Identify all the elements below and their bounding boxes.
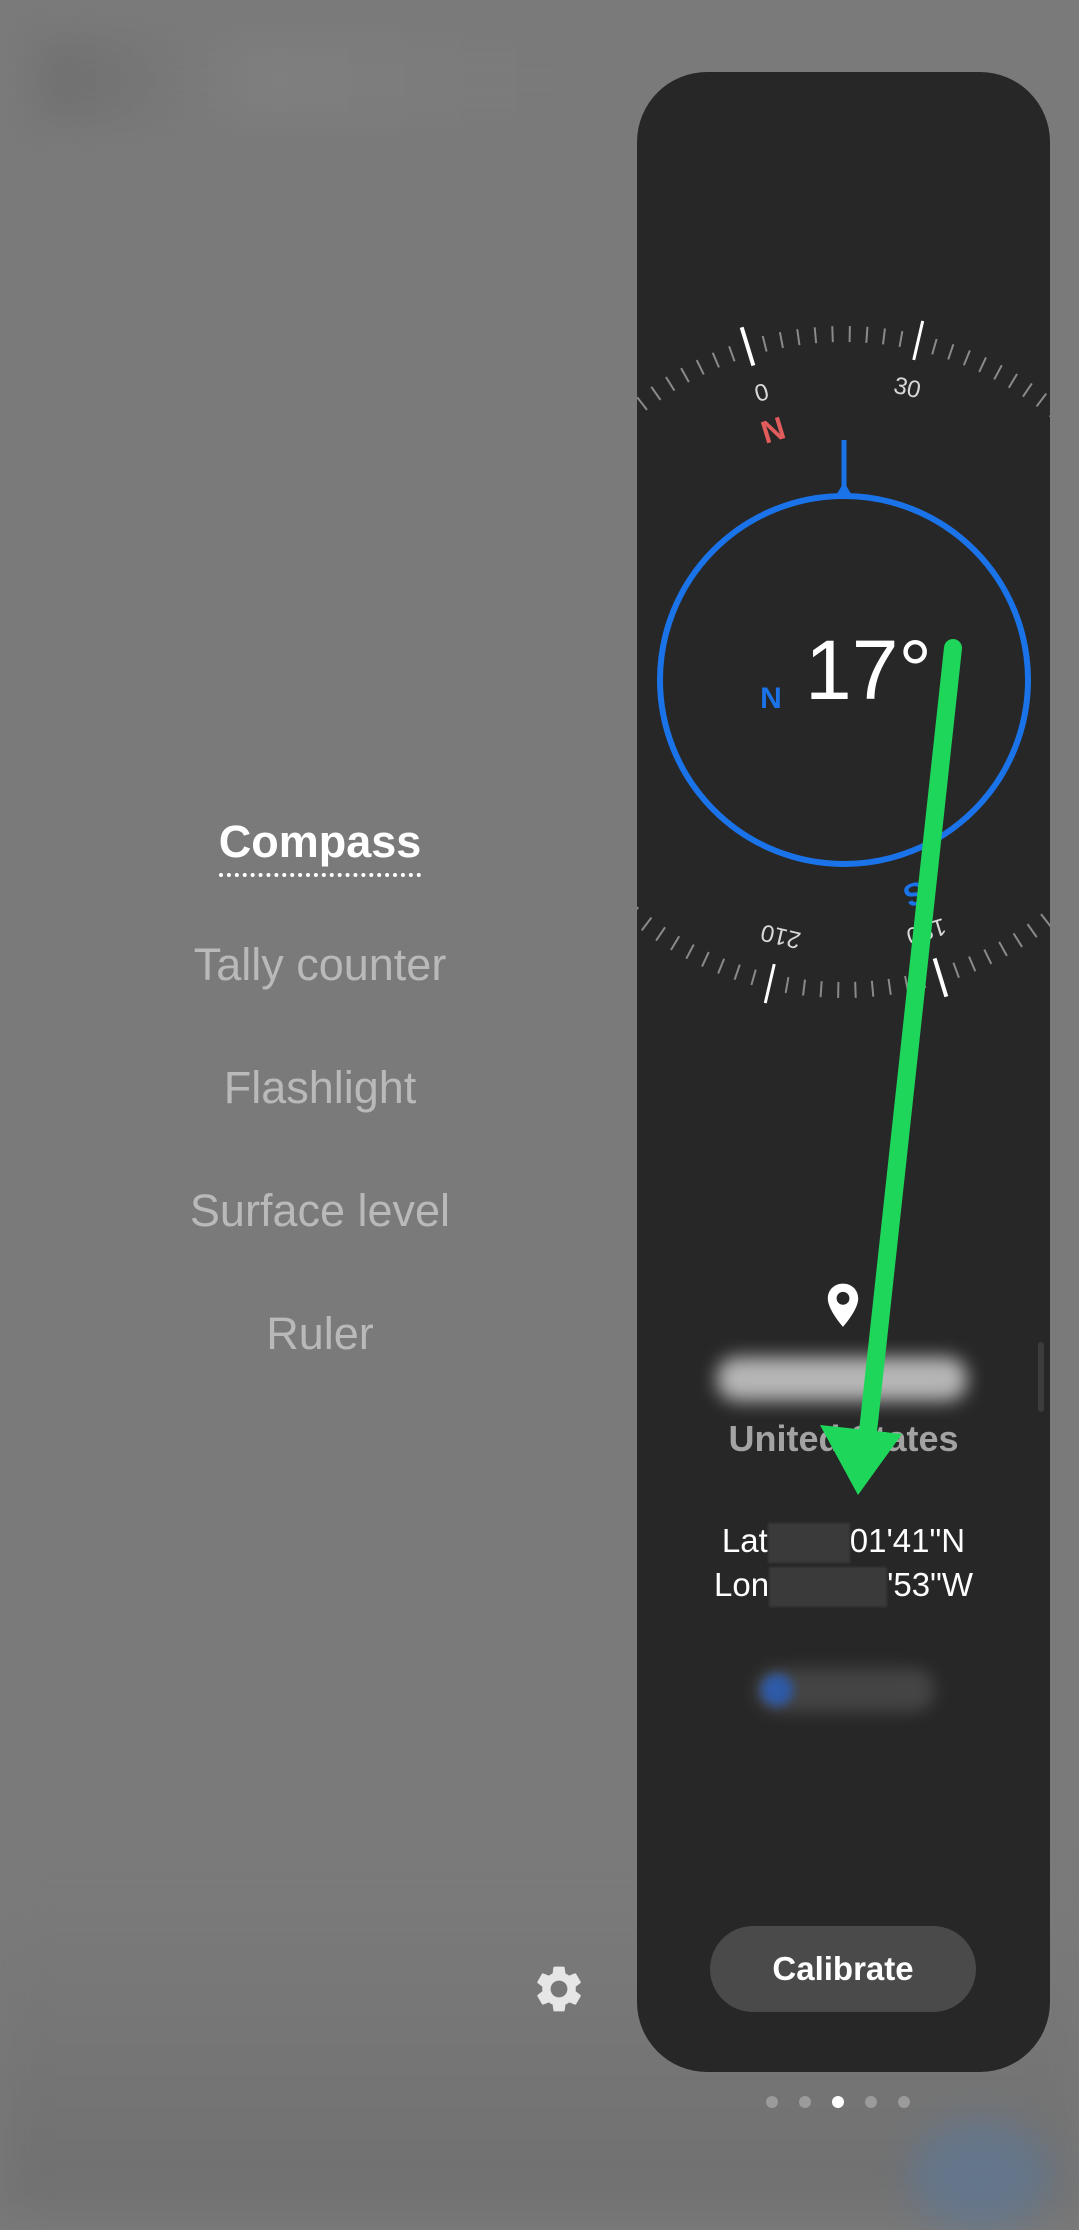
dial-north-label: N [757,409,790,450]
dial-minor-tick [889,979,891,995]
blurred-background-header [40,40,600,120]
page-dot[interactable] [865,2096,877,2108]
dial-minor-tick [1023,383,1032,396]
dial-tick-label-210: 210 [758,918,803,953]
tool-list: Compass Tally counter Flashlight Surface… [120,780,520,1395]
longitude-prefix: Lon [714,1566,769,1603]
latitude-suffix: 01'41"N [850,1522,965,1559]
dial-minor-tick [642,918,652,931]
dial-minor-tick [964,350,970,365]
dial-minor-tick [1037,394,1047,407]
dial-minor-tick [651,387,660,400]
dial-minor-tick [948,344,953,359]
dial-minor-tick [656,927,665,940]
page-dot[interactable] [898,2096,910,2108]
dial-minor-tick [969,957,975,972]
settings-button[interactable] [528,1958,590,2020]
dial-minor-tick [763,336,767,352]
dial-minor-tick [994,365,1002,379]
location-pin-icon [823,1282,863,1330]
dial-minor-tick [713,353,719,368]
dial-minor-tick [780,332,783,348]
dial-minor-tick [855,982,856,998]
page-dot[interactable] [766,2096,778,2108]
dial-major-tick [914,321,923,360]
dial-minor-tick [751,970,755,985]
dial-minor-tick [900,331,903,347]
dial-minor-tick [735,965,740,980]
dial-minor-tick [671,936,679,950]
dial-minor-tick [953,963,958,978]
tool-item-compass[interactable]: Compass [219,780,422,903]
latitude-readout: Lat 01'41"N [637,1522,1050,1563]
dial-minor-tick [637,397,647,410]
dial-minor-tick [797,329,799,345]
redacted-area [768,1523,850,1563]
longitude-readout: Lon '53"W [637,1566,1050,1607]
dial-minor-tick [729,346,734,361]
page-dot[interactable] [799,2096,811,2108]
inner-north-label: N [760,682,782,715]
redacted-area [769,1567,887,1607]
dial-south-label: S [899,874,930,915]
dial-minor-tick [984,950,991,964]
dial-major-tick [765,964,774,1003]
dial-minor-tick [905,976,908,992]
dial-minor-tick [718,959,724,974]
dial-minor-tick [872,981,873,997]
dial-minor-tick [999,942,1007,956]
longitude-suffix: '53"W [887,1566,973,1603]
dial-minor-tick [979,357,986,372]
dial-minor-tick [1014,933,1022,947]
dial-minor-tick [866,327,867,343]
dial-minor-tick [686,945,694,959]
dial-minor-tick [821,981,822,997]
page-indicator [766,2096,910,2108]
dial-minor-tick [666,377,674,391]
city-name [717,1357,967,1401]
dial-minor-tick [637,907,638,919]
dial-minor-tick [1009,374,1017,388]
blurred-background-blob [910,2120,1050,2230]
country-name: United States [637,1418,1050,1460]
dial-minor-tick [832,326,833,342]
dial-minor-tick [702,952,709,967]
dial-minor-tick [932,339,936,354]
dial-tick-label-30: 30 [891,372,923,404]
page-dot-active[interactable] [832,2096,844,2108]
accuracy-icon [761,1674,793,1706]
tool-item-ruler[interactable]: Ruler [266,1272,374,1395]
compass-card: N 0 30 210 180 N S 17° United States Lat 01'41… [637,72,1050,2072]
dial-tick-label-180: 180 [903,912,949,950]
dial-minor-tick [1041,914,1050,927]
tool-item-flashlight[interactable]: Flashlight [224,1026,417,1149]
dial-minor-tick [803,980,805,996]
dial-major-tick [935,958,947,996]
dial-minor-tick [883,329,885,345]
dial-minor-tick [921,972,925,988]
latitude-prefix: Lat [722,1522,768,1559]
tool-item-tally-counter[interactable]: Tally counter [194,903,447,1026]
heading-degrees: 17° [805,622,932,719]
dial-minor-tick [681,368,689,382]
tool-item-surface-level[interactable]: Surface level [190,1149,450,1272]
dial-minor-tick [1028,924,1037,937]
dial-minor-tick [815,327,816,343]
dial-minor-tick [697,360,704,374]
dial-minor-tick [786,977,789,993]
calibrate-button[interactable]: Calibrate [710,1926,976,2012]
dial-major-tick [742,327,754,365]
scroll-indicator [1038,1342,1044,1412]
dial-tick-label-0: 0 [751,378,772,408]
gear-icon [531,1961,587,2017]
